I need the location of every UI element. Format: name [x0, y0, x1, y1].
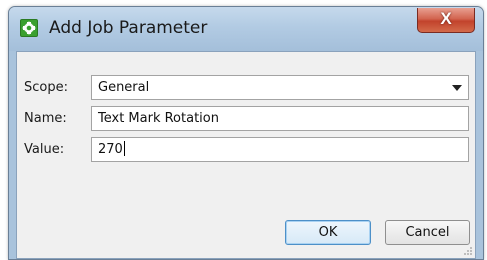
dialog-window: Add Job Parameter X Scope: General Name:…	[8, 6, 484, 260]
scope-row: Scope: General	[17, 75, 475, 100]
name-label: Name:	[24, 111, 67, 126]
close-button[interactable]: X	[417, 8, 475, 33]
name-row: Name: Text Mark Rotation	[17, 106, 475, 131]
value-label: Value:	[24, 142, 65, 157]
dialog-title: Add Job Parameter	[49, 18, 208, 38]
value-input[interactable]: 270	[91, 137, 469, 162]
scope-selected-value: General	[98, 80, 150, 95]
ok-button[interactable]: OK	[285, 220, 371, 245]
scope-dropdown[interactable]: General	[91, 75, 469, 100]
value-row: Value: 270	[17, 137, 475, 162]
chevron-down-icon[interactable]	[452, 85, 462, 91]
scope-label: Scope:	[24, 80, 68, 95]
name-input[interactable]: Text Mark Rotation	[91, 106, 469, 131]
gear-icon	[20, 19, 38, 37]
dialog-body: Scope: General Name: Text Mark Rotation …	[16, 51, 476, 259]
cancel-button[interactable]: Cancel	[385, 220, 470, 245]
name-input-value: Text Mark Rotation	[98, 111, 219, 126]
close-icon: X	[440, 9, 452, 28]
title-bar[interactable]: Add Job Parameter X	[9, 7, 483, 51]
text-caret	[123, 141, 125, 156]
resize-grip-icon[interactable]	[463, 246, 473, 256]
value-input-content: 270	[98, 141, 125, 158]
value-input-text: 270	[98, 142, 123, 157]
